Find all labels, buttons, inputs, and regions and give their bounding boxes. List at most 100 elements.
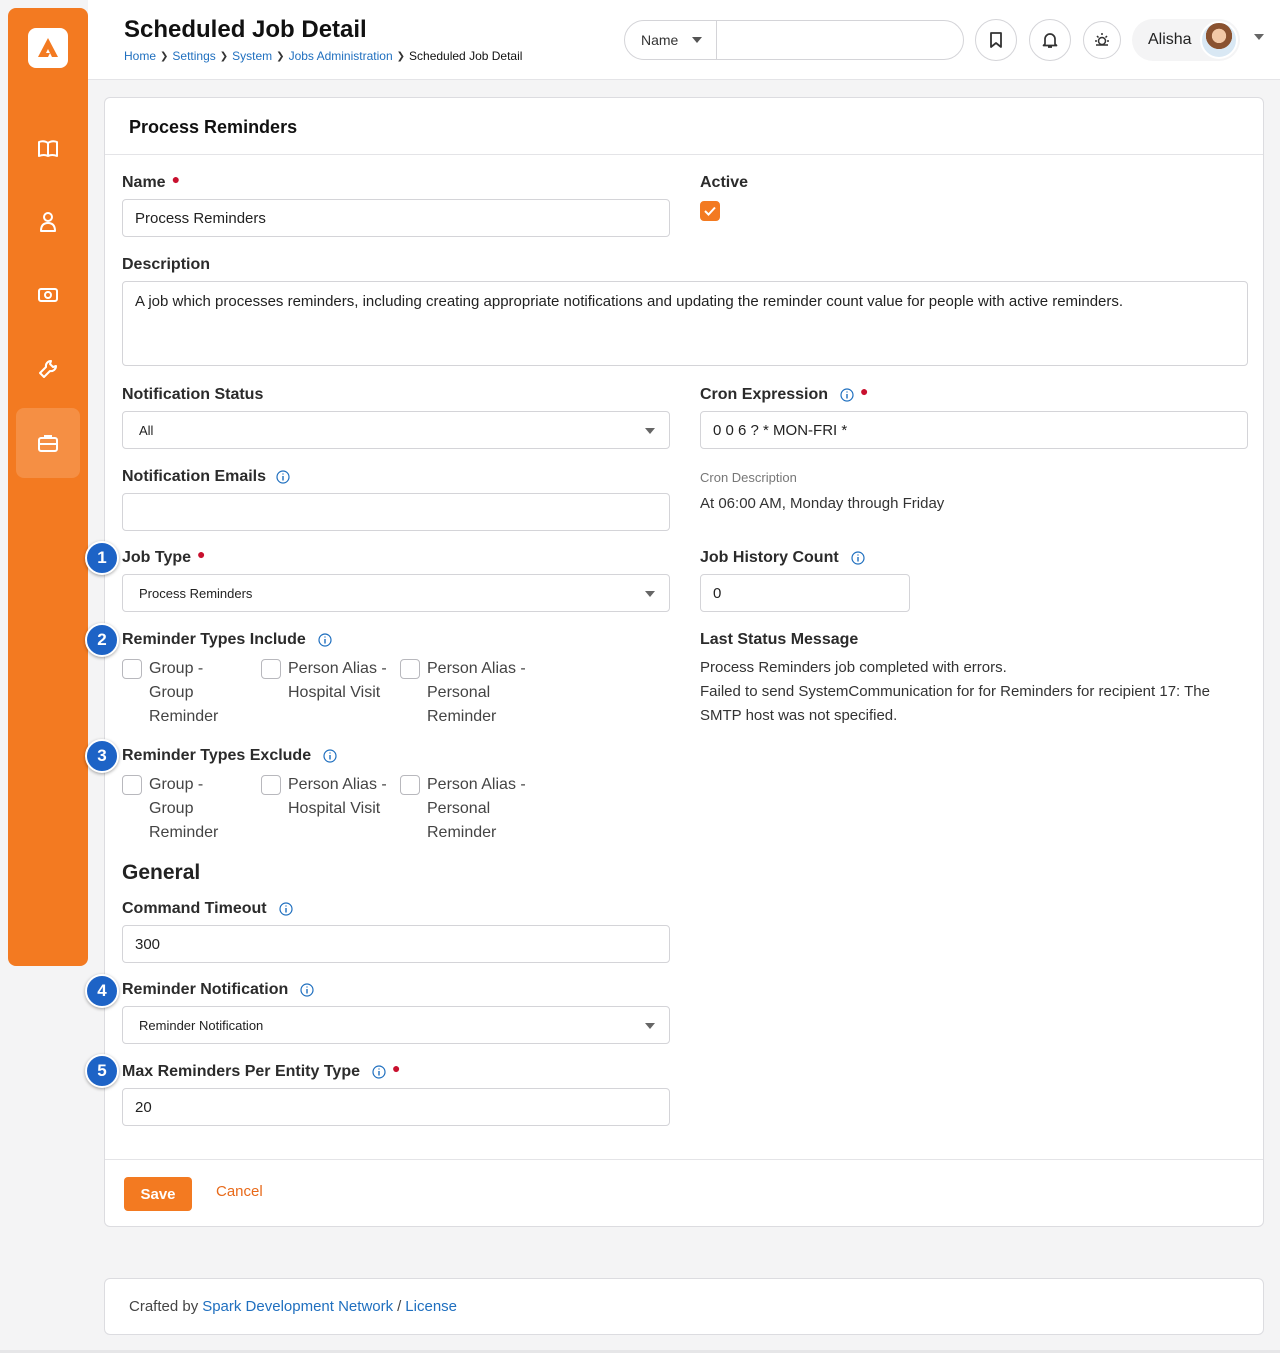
bookmark-button[interactable] [975,19,1017,61]
last-status-line: Process Reminders job completed with err… [700,659,1007,676]
notifications-button[interactable] [1029,19,1071,61]
cron-expression-input[interactable]: 0 0 6 ? * MON-FRI * [700,411,1248,449]
reminder-notification-value: Reminder Notification [139,1017,264,1033]
info-icon [323,749,337,763]
job-type-value: Process Reminders [139,585,253,601]
site-footer: Crafted by Spark Development Network / L… [104,1278,1264,1335]
command-timeout-input[interactable]: 300 [122,925,670,963]
max-reminders-label: Max Reminders Per Entity Type ● [122,1060,401,1080]
include-personal-reminder-checkbox[interactable] [400,659,420,679]
breadcrumb-home[interactable]: Home [124,49,156,63]
last-status-line: Failed to send SystemCommunication for f… [700,683,1210,724]
book-icon [38,140,58,157]
info-icon [840,388,854,402]
search-bar: Name [624,20,964,60]
callout-badge-4: 4 [85,974,119,1008]
avatar [1199,21,1238,59]
callout-badge-1: 1 [85,541,119,575]
chevron-right-icon: ❯ [276,50,285,62]
callout-badge-3: 3 [85,739,119,773]
job-history-count-input[interactable]: 0 [700,574,910,612]
cancel-button[interactable]: Cancel [216,1183,263,1200]
sidebar-item-money-icon[interactable] [16,260,80,330]
exclude-hospital-visit-checkbox[interactable] [261,775,281,795]
theme-toggle-button[interactable] [1083,21,1121,59]
user-name: Alisha [1148,31,1192,48]
caret-down-icon[interactable] [1254,34,1264,40]
sun-icon [1095,33,1109,46]
last-status-message: Process Reminders job completed with err… [700,656,1250,728]
spark-link[interactable]: Spark Development Network [202,1298,393,1315]
briefcase-icon [38,435,58,452]
job-type-select[interactable]: Process Reminders [122,574,670,612]
info-icon [318,633,332,647]
include-personal-reminder-label: Person Alias - Personal Reminder [427,660,526,725]
reminder-notification-label: Reminder Notification [122,981,314,999]
callout-badge-2: 2 [85,623,119,657]
breadcrumb-jobs-administration[interactable]: Jobs Administration [289,49,393,63]
sidebar-item-person-icon[interactable] [16,187,80,257]
reminder-notification-select[interactable]: Reminder Notification [122,1006,670,1044]
notification-status-value: All [139,422,154,438]
chevron-right-icon: ❯ [219,50,229,62]
description-textarea[interactable]: A job which processes reminders, includi… [122,281,1248,366]
sidebar-item-briefcase-icon[interactable] [16,408,80,478]
include-group-reminder-checkbox[interactable] [122,659,142,679]
search-type-dropdown[interactable]: Name [625,21,717,59]
notification-emails-input[interactable] [122,493,670,531]
last-status-label: Last Status Message [700,631,859,648]
general-heading: General [122,861,201,884]
bookmark-icon [990,32,1002,48]
footer-separator: / [397,1298,402,1315]
rock-logo[interactable] [28,28,68,68]
sidebar-item-wrench-icon[interactable] [16,334,80,404]
chevron-right-icon: ❯ [396,50,406,62]
info-icon [372,1065,386,1079]
search-input[interactable] [717,21,963,59]
required-indicator: ● [392,1060,401,1076]
bell-icon [1042,33,1058,48]
breadcrumb-system[interactable]: System [232,49,272,63]
notification-emails-label: Notification Emails [122,468,290,486]
info-icon [851,551,865,565]
top-header: Scheduled Job Detail Home ❯ Settings ❯ Sys… [88,0,1280,80]
caret-down-icon [645,591,655,597]
required-indicator: ● [860,383,869,399]
check-icon [704,206,716,216]
callout-badge-5: 5 [85,1054,119,1088]
exclude-personal-reminder-checkbox[interactable] [400,775,420,795]
notification-status-select[interactable]: All [122,411,670,449]
breadcrumb-current: Scheduled Job Detail [409,49,523,63]
crafted-by-text: Crafted by [129,1298,199,1315]
chevron-right-icon: ❯ [160,50,169,62]
required-indicator: ● [197,546,206,562]
command-timeout-label: Command Timeout [122,900,293,918]
cron-expression-label: Cron Expression ● [700,383,869,403]
page-title: Scheduled Job Detail [124,16,367,43]
reminder-types-exclude-label: Reminder Types Exclude [122,747,337,765]
save-button[interactable]: Save [124,1177,192,1211]
breadcrumb-settings[interactable]: Settings [172,49,215,63]
info-icon [276,470,290,484]
include-hospital-visit-checkbox[interactable] [261,659,281,679]
panel-title: Process Reminders [129,117,298,137]
job-type-label: Job Type ● [122,546,206,566]
divider [105,154,1263,155]
name-input[interactable]: Process Reminders [122,199,670,237]
sidebar-item-book-icon[interactable] [16,114,80,184]
name-label: Name ● [122,171,181,191]
exclude-group-reminder-checkbox[interactable] [122,775,142,795]
cron-description-label: Cron Description [700,470,797,485]
active-checkbox[interactable] [700,201,720,221]
money-icon [38,288,58,302]
caret-down-icon [692,37,703,43]
user-menu[interactable]: Alisha [1132,19,1240,61]
search-type-label: Name [641,32,679,48]
info-icon [279,902,293,916]
license-link[interactable]: License [405,1298,457,1315]
person-icon [40,212,56,232]
max-reminders-input[interactable]: 20 [122,1088,670,1126]
include-hospital-visit-label: Person Alias - Hospital Visit [288,660,387,701]
info-icon [300,983,314,997]
exclude-group-reminder-label: Group - Group Reminder [149,776,219,841]
